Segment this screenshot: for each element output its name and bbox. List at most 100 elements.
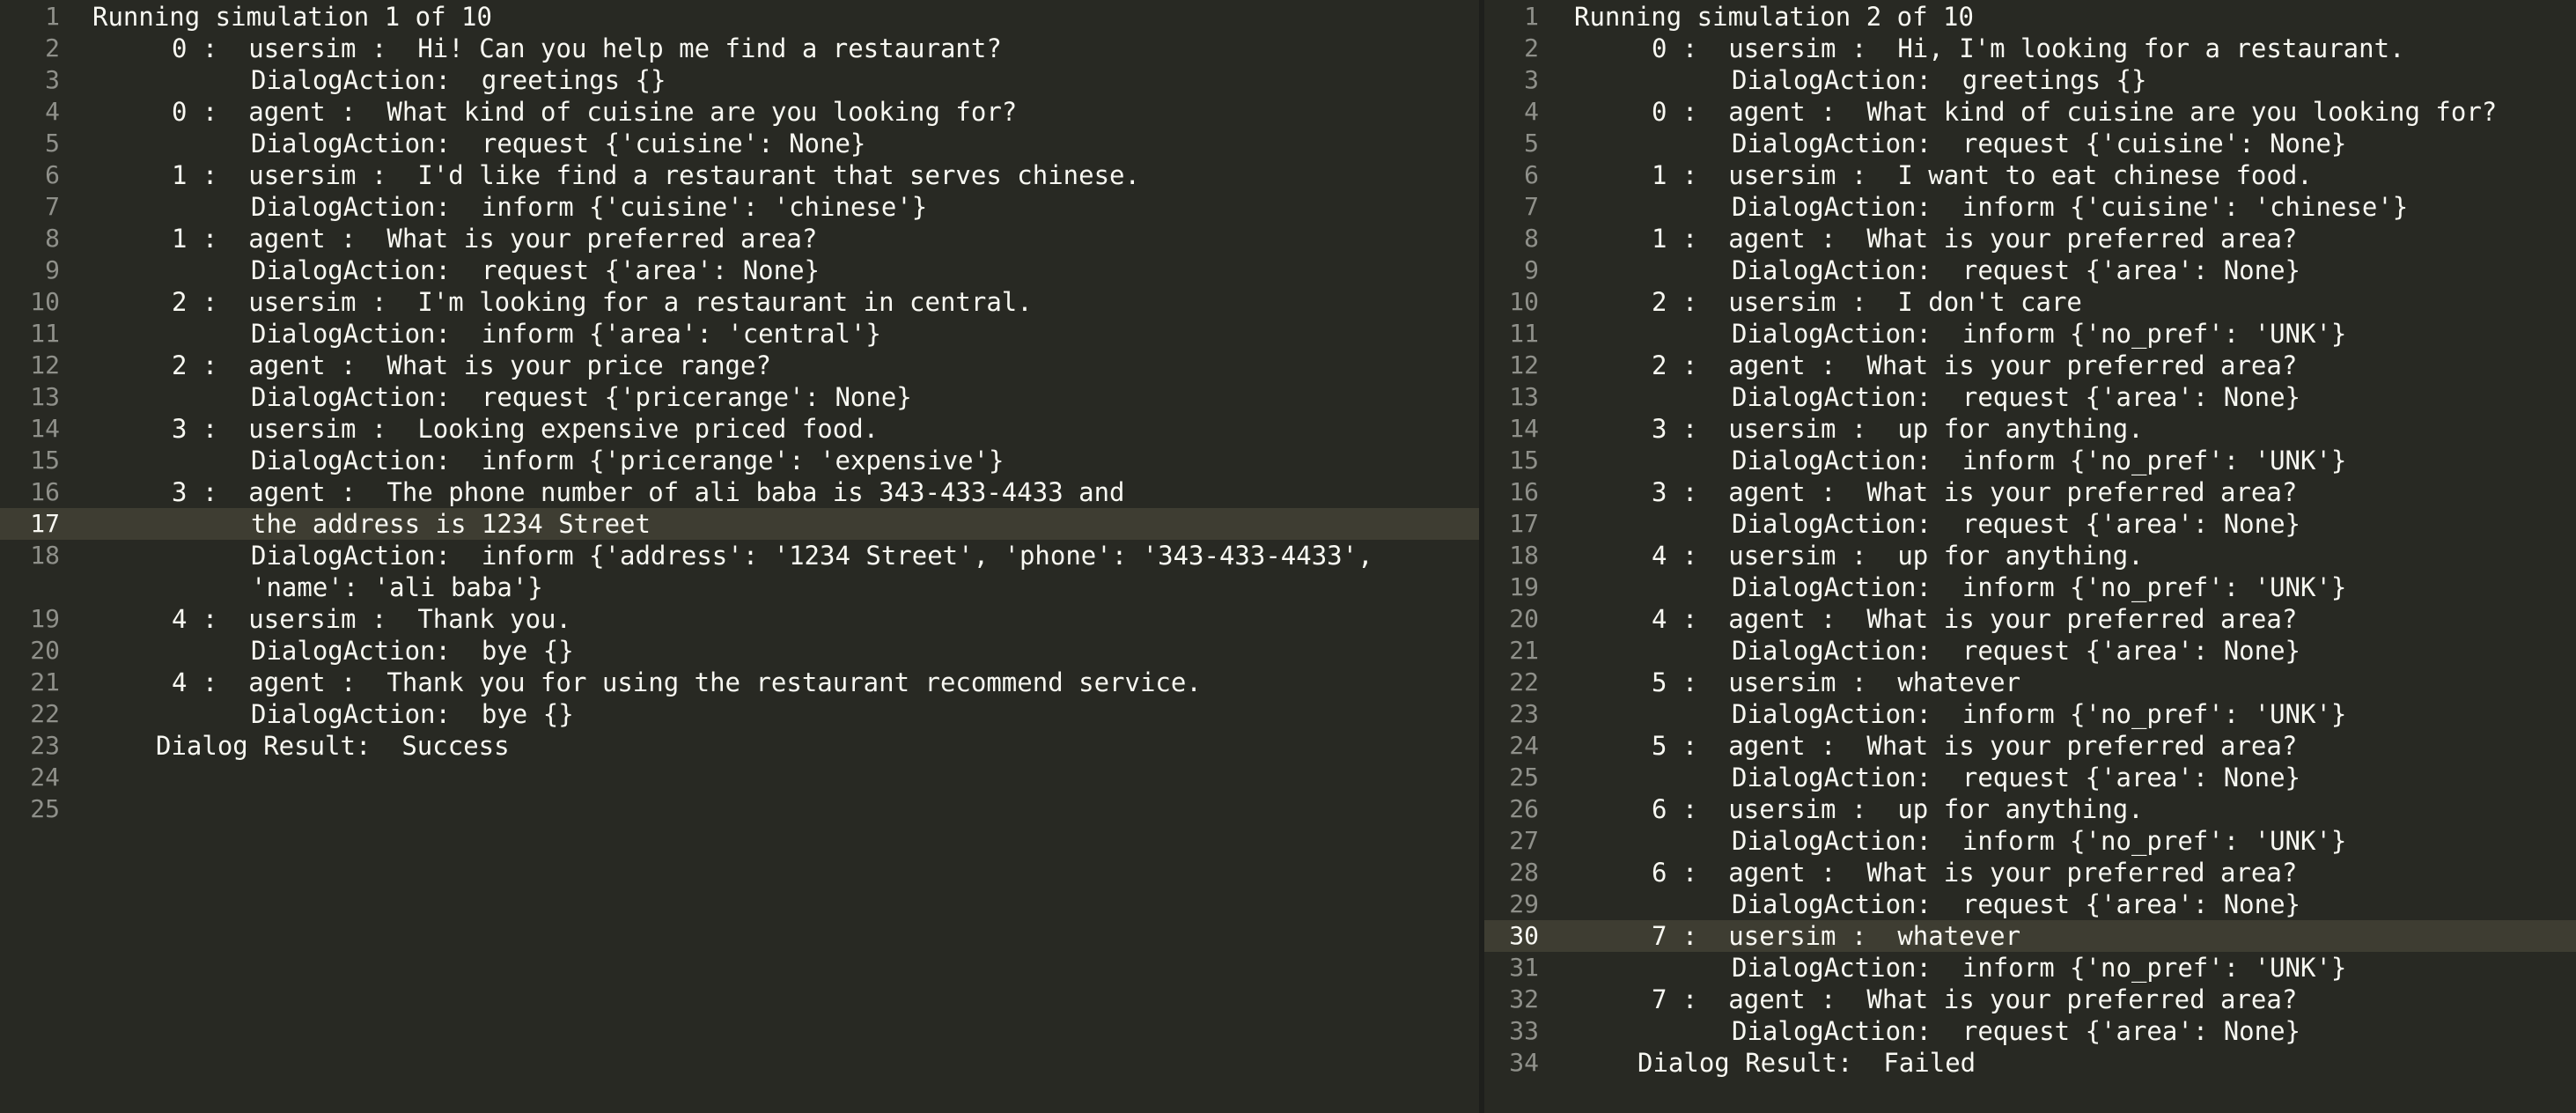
editor-workspace: 1 Running simulation 1 of 10 2 0 : usersim …	[0, 0, 2576, 1113]
code-line[interactable]: 13 DialogAction: request {'pricerange': N…	[0, 381, 1479, 413]
code-line[interactable]: 4 0 : agent : What kind of cuisine are yo…	[0, 96, 1479, 128]
code-line[interactable]: 5 DialogAction: request {'cuisine': None}	[1484, 128, 2576, 159]
line-text: DialogAction: inform {'cuisine': 'chines…	[251, 192, 928, 222]
code-line[interactable]: 30 7 : usersim : whatever	[1484, 920, 2576, 952]
code-line[interactable]: 16 3 : agent : The phone number of ali ba…	[0, 476, 1479, 508]
line-text: 6 : usersim : up for anything.	[1652, 794, 2144, 824]
code-line[interactable]: 10 2 : usersim : I'm looking for a restau…	[0, 286, 1479, 318]
line-text: DialogAction: bye {}	[251, 636, 574, 666]
line-text: 3 : usersim : Looking expensive priced f…	[172, 414, 880, 444]
code-line[interactable]: 17 the address is 1234 Street	[0, 508, 1479, 540]
code-line[interactable]: 32 7 : agent : What is your preferred are…	[1484, 984, 2576, 1015]
code-line[interactable]: 23 DialogAction: inform {'no_pref': 'UNK'…	[1484, 698, 2576, 730]
code-line[interactable]: 17 DialogAction: request {'area': None}	[1484, 508, 2576, 540]
code-line[interactable]: 23 Dialog Result: Success	[0, 730, 1479, 762]
code-line[interactable]: 7 DialogAction: inform {'cuisine': 'chine…	[0, 191, 1479, 223]
code-line[interactable]: 2 0 : usersim : Hi, I'm looking for a res…	[1484, 33, 2576, 64]
code-line[interactable]: 24 5 : agent : What is your preferred are…	[1484, 730, 2576, 762]
line-text: DialogAction: request {'pricerange': Non…	[251, 382, 912, 412]
code-line[interactable]: 29 DialogAction: request {'area': None}	[1484, 888, 2576, 920]
code-line[interactable]: 8 1 : agent : What is your preferred area…	[0, 223, 1479, 254]
line-number: 4	[1524, 97, 1539, 126]
code-line[interactable]: 20 4 : agent : What is your preferred are…	[1484, 603, 2576, 635]
line-text: 0 : agent : What kind of cuisine are you…	[172, 97, 1018, 127]
code-line[interactable]: 19 DialogAction: inform {'no_pref': 'UNK'…	[1484, 571, 2576, 603]
line-text: 3 : agent : What is your preferred area?	[1652, 477, 2298, 507]
code-line[interactable]: 6 1 : usersim : I want to eat chinese foo…	[1484, 159, 2576, 191]
line-number: 29	[1509, 889, 1539, 918]
line-text: Dialog Result: Failed	[1638, 1048, 1976, 1078]
code-line[interactable]: 31 DialogAction: inform {'no_pref': 'UNK'…	[1484, 952, 2576, 984]
code-line[interactable]: 15 DialogAction: inform {'pricerange': 'e…	[0, 445, 1479, 476]
code-line[interactable]: 14 3 : usersim : up for anything.	[1484, 413, 2576, 445]
line-text: DialogAction: request {'cuisine': None}	[1732, 129, 2347, 158]
code-view-right[interactable]: 1 Running simulation 2 of 10 2 0 : usersim …	[1484, 0, 2576, 1079]
line-text: 0 : usersim : Hi! Can you help me find a…	[172, 33, 1002, 63]
code-line[interactable]: 19 4 : usersim : Thank you.	[0, 603, 1479, 635]
line-number: 11	[1509, 319, 1539, 348]
line-number: 13	[1509, 382, 1539, 411]
code-line[interactable]: 21 DialogAction: request {'area': None}	[1484, 635, 2576, 667]
code-view-left[interactable]: 1 Running simulation 1 of 10 2 0 : usersim …	[0, 0, 1479, 825]
line-number: 11	[30, 319, 60, 348]
code-line[interactable]: 16 3 : agent : What is your preferred are…	[1484, 476, 2576, 508]
line-number: 6	[45, 160, 60, 189]
code-line[interactable]: 9 DialogAction: request {'area': None}	[1484, 254, 2576, 286]
editor-pane-right[interactable]: 1 Running simulation 2 of 10 2 0 : usersim …	[1484, 0, 2576, 1113]
code-line[interactable]: 5 DialogAction: request {'cuisine': None}	[0, 128, 1479, 159]
line-text: 7 : usersim : whatever	[1652, 921, 2021, 951]
line-text: DialogAction: request {'area': None}	[1732, 763, 2301, 792]
code-line[interactable]: 11 DialogAction: inform {'no_pref': 'UNK'…	[1484, 318, 2576, 350]
code-line[interactable]: 21 4 : agent : Thank you for using the re…	[0, 667, 1479, 698]
code-line[interactable]: 20 DialogAction: bye {}	[0, 635, 1479, 667]
code-line[interactable]: 34 Dialog Result: Failed	[1484, 1047, 2576, 1079]
code-line[interactable]: 18 4 : usersim : up for anything.	[1484, 540, 2576, 571]
code-line[interactable]: 11 DialogAction: inform {'area': 'central…	[0, 318, 1479, 350]
code-line[interactable]: 3 DialogAction: greetings {}	[0, 64, 1479, 96]
line-text: DialogAction: inform {'address': '1234 S…	[251, 541, 1373, 571]
code-line[interactable]: 25	[0, 793, 1479, 825]
code-line[interactable]: 12 2 : agent : What is your preferred are…	[1484, 350, 2576, 381]
line-number: 1	[1524, 2, 1539, 31]
line-text: DialogAction: request {'area': None}	[1732, 889, 2301, 919]
code-line[interactable]: 26 6 : usersim : up for anything.	[1484, 793, 2576, 825]
line-text: the address is 1234 Street	[251, 509, 651, 539]
line-text: DialogAction: inform {'no_pref': 'UNK'}	[1732, 826, 2347, 856]
code-line[interactable]: 'name': 'ali baba'}	[0, 571, 1479, 603]
code-line[interactable]: 22 DialogAction: bye {}	[0, 698, 1479, 730]
line-text: 1 : usersim : I want to eat chinese food…	[1652, 160, 2313, 190]
line-number: 15	[1509, 446, 1539, 475]
code-line[interactable]: 7 DialogAction: inform {'cuisine': 'chine…	[1484, 191, 2576, 223]
code-line[interactable]: 6 1 : usersim : I'd like find a restauran…	[0, 159, 1479, 191]
code-line[interactable]: 4 0 : agent : What kind of cuisine are yo…	[1484, 96, 2576, 128]
code-line[interactable]: 33 DialogAction: request {'area': None}	[1484, 1015, 2576, 1047]
editor-pane-left[interactable]: 1 Running simulation 1 of 10 2 0 : usersim …	[0, 0, 1479, 1113]
line-number: 25	[1509, 763, 1539, 792]
code-line[interactable]: 1 Running simulation 1 of 10	[0, 1, 1479, 33]
line-number: 7	[45, 192, 60, 221]
code-line[interactable]: 14 3 : usersim : Looking expensive priced…	[0, 413, 1479, 445]
line-text: Dialog Result: Success	[156, 731, 510, 761]
code-line[interactable]: 22 5 : usersim : whatever	[1484, 667, 2576, 698]
code-line[interactable]: 18 DialogAction: inform {'address': '1234…	[0, 540, 1479, 571]
code-line[interactable]: 24	[0, 762, 1479, 793]
code-line[interactable]: 8 1 : agent : What is your preferred area…	[1484, 223, 2576, 254]
code-line[interactable]: 3 DialogAction: greetings {}	[1484, 64, 2576, 96]
line-text: 2 : usersim : I'm looking for a restaura…	[172, 287, 1033, 317]
code-line[interactable]: 15 DialogAction: inform {'no_pref': 'UNK'…	[1484, 445, 2576, 476]
code-line[interactable]: 13 DialogAction: request {'area': None}	[1484, 381, 2576, 413]
line-number: 27	[1509, 826, 1539, 855]
line-number: 22	[30, 699, 60, 728]
line-text: DialogAction: greetings {}	[251, 65, 666, 95]
code-line[interactable]: 27 DialogAction: inform {'no_pref': 'UNK'…	[1484, 825, 2576, 857]
code-line[interactable]: 28 6 : agent : What is your preferred are…	[1484, 857, 2576, 888]
code-line[interactable]: 10 2 : usersim : I don't care	[1484, 286, 2576, 318]
code-line[interactable]: 25 DialogAction: request {'area': None}	[1484, 762, 2576, 793]
code-line[interactable]: 2 0 : usersim : Hi! Can you help me find …	[0, 33, 1479, 64]
line-number: 33	[1509, 1016, 1539, 1045]
line-text: DialogAction: request {'cuisine': None}	[251, 129, 866, 158]
line-text: DialogAction: greetings {}	[1732, 65, 2147, 95]
code-line[interactable]: 1 Running simulation 2 of 10	[1484, 1, 2576, 33]
code-line[interactable]: 12 2 : agent : What is your price range?	[0, 350, 1479, 381]
code-line[interactable]: 9 DialogAction: request {'area': None}	[0, 254, 1479, 286]
